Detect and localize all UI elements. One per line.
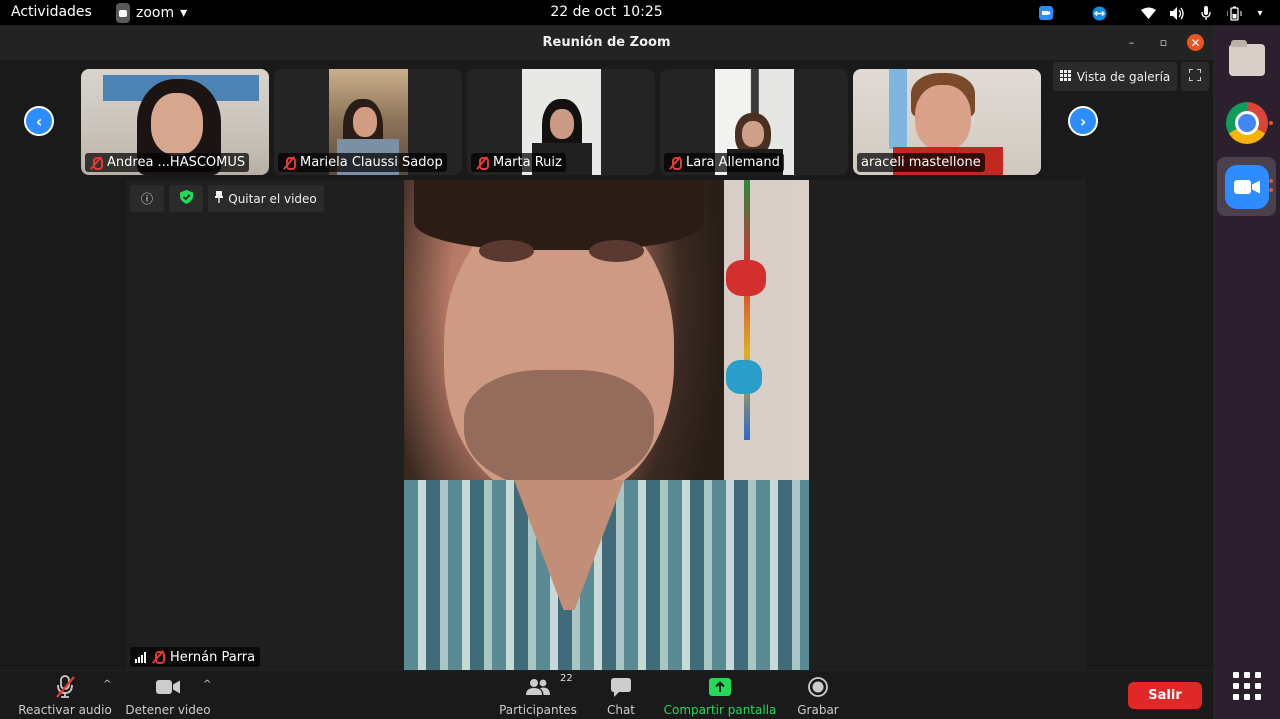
participants-label: Participantes xyxy=(499,703,577,717)
wifi-icon[interactable] xyxy=(1140,5,1156,21)
participant-tile[interactable]: Marta Ruiz xyxy=(467,69,655,175)
meeting-info-button[interactable]: ⓘ xyxy=(130,185,164,212)
record-label: Grabar xyxy=(797,703,839,717)
running-indicator xyxy=(1269,188,1273,192)
participant-tile[interactable]: Andrea ...HASCOMUS xyxy=(81,69,269,175)
grid-icon xyxy=(1059,69,1071,84)
muted-mic-icon xyxy=(89,156,103,170)
microphone-muted-icon xyxy=(54,675,76,699)
speaker-name: Hernán Parra xyxy=(170,649,256,665)
unmute-audio-button[interactable]: Reactivar audio xyxy=(18,675,112,717)
clock-date: 22 de oct xyxy=(550,4,617,20)
participant-label: Mariela Claussi Sadop xyxy=(278,153,447,172)
unpin-video-button[interactable]: Quitar el video xyxy=(208,185,324,212)
chat-button[interactable]: Chat xyxy=(600,675,642,717)
chevron-left-icon: ‹ xyxy=(35,111,43,131)
chrome-icon xyxy=(1225,101,1268,144)
chat-label: Chat xyxy=(606,703,636,717)
maximize-button[interactable]: ▫ xyxy=(1155,34,1172,51)
running-indicator xyxy=(1269,179,1273,183)
teamviewer-icon[interactable] xyxy=(1091,5,1107,21)
participant-label: Marta Ruiz xyxy=(471,153,566,172)
participant-name: Andrea ...HASCOMUS xyxy=(107,155,246,170)
share-screen-label: Compartir pantalla xyxy=(663,703,777,717)
leave-meeting-button[interactable]: Salir xyxy=(1128,682,1202,709)
participant-tile[interactable]: Lara Allemand xyxy=(660,69,848,175)
participant-name: Mariela Claussi Sadop xyxy=(300,155,443,170)
unpin-video-label: Quitar el video xyxy=(228,191,317,206)
stop-video-button[interactable]: Detener video xyxy=(124,675,212,717)
speaker-label: Hernán Parra xyxy=(130,647,261,667)
app-grid-icon xyxy=(1232,671,1261,700)
info-icon: ⓘ xyxy=(140,192,153,206)
clock-time: 10:25 xyxy=(622,4,663,20)
participants-count: 22 xyxy=(560,673,573,684)
zoom-window: Reunión de Zoom – ▫ ✕ ‹ Andrea ...HASCOM… xyxy=(0,25,1213,719)
dock-chrome[interactable] xyxy=(1217,93,1276,152)
participant-name: araceli mastellone xyxy=(861,155,981,170)
prev-page-button[interactable]: ‹ xyxy=(24,106,54,136)
power-menu-icon[interactable]: ▾ xyxy=(1256,5,1264,21)
participants-button[interactable]: 22 Participantes xyxy=(498,673,578,717)
share-screen-icon xyxy=(709,675,731,699)
files-folder-icon xyxy=(1228,39,1265,76)
running-indicator xyxy=(1269,121,1273,125)
muted-mic-icon xyxy=(151,650,165,664)
pin-icon xyxy=(215,191,224,206)
zoom-tray-icon[interactable] xyxy=(1038,5,1054,21)
participant-name: Marta Ruiz xyxy=(493,155,562,170)
chevron-right-icon: › xyxy=(1079,111,1087,131)
fullscreen-button[interactable] xyxy=(1181,62,1209,91)
ubuntu-dock xyxy=(1213,25,1280,719)
chat-bubble-icon xyxy=(611,675,631,699)
record-icon xyxy=(808,675,828,699)
system-tray[interactable]: ▾ xyxy=(1038,3,1264,23)
video-options-caret-icon[interactable]: ^ xyxy=(203,679,211,690)
security-button[interactable] xyxy=(169,185,203,212)
video-camera-icon xyxy=(156,675,180,699)
top-bar: Actividades zoom ▾ 22 de oct 10:25 ▾ xyxy=(0,0,1280,25)
window-titlebar[interactable]: Reunión de Zoom – ▫ ✕ xyxy=(0,25,1213,60)
stop-video-label: Detener video xyxy=(125,703,211,717)
volume-icon[interactable] xyxy=(1169,5,1185,21)
fullscreen-icon xyxy=(1188,68,1202,84)
next-page-button[interactable]: › xyxy=(1068,106,1098,136)
audio-options-caret-icon[interactable]: ^ xyxy=(103,679,111,690)
signal-strength-icon xyxy=(135,651,146,663)
muted-mic-icon xyxy=(668,156,682,170)
dock-zoom[interactable] xyxy=(1217,157,1276,216)
record-button[interactable]: Grabar xyxy=(796,675,840,717)
share-screen-button[interactable]: Compartir pantalla xyxy=(664,675,776,717)
gallery-view-button[interactable]: Vista de galería xyxy=(1053,62,1177,91)
participants-icon xyxy=(526,675,550,699)
dock-files[interactable] xyxy=(1217,30,1276,89)
window-title: Reunión de Zoom xyxy=(542,35,671,50)
participant-label: Andrea ...HASCOMUS xyxy=(85,153,250,172)
unmute-audio-label: Reactivar audio xyxy=(18,703,112,717)
gallery-view-label: Vista de galería xyxy=(1076,69,1171,84)
meeting-stage: ‹ Andrea ...HASCOMUS Mariela Claussi Sad… xyxy=(0,60,1213,670)
participant-tile[interactable]: araceli mastellone xyxy=(853,69,1041,175)
muted-mic-icon xyxy=(282,156,296,170)
shield-icon xyxy=(179,190,193,207)
zoom-icon xyxy=(1224,164,1269,209)
clock[interactable]: 22 de oct 10:25 xyxy=(0,4,1213,20)
muted-mic-icon xyxy=(475,156,489,170)
participant-name: Lara Allemand xyxy=(686,155,780,170)
minimize-button[interactable]: – xyxy=(1123,34,1140,51)
active-speaker-view: ⓘ Quitar el video Hernán Parra xyxy=(126,180,1086,670)
participant-label: Lara Allemand xyxy=(664,153,784,172)
battery-icon[interactable] xyxy=(1227,5,1243,21)
close-button[interactable]: ✕ xyxy=(1187,34,1204,51)
participant-label: araceli mastellone xyxy=(857,153,985,172)
meeting-toolbar: Reactivar audio ^ Detener video ^ 22 Par… xyxy=(0,670,1213,719)
show-applications-button[interactable] xyxy=(1217,656,1276,715)
microphone-icon[interactable] xyxy=(1198,5,1214,21)
participant-tile[interactable]: Mariela Claussi Sadop xyxy=(274,69,462,175)
speaker-video xyxy=(404,180,809,670)
